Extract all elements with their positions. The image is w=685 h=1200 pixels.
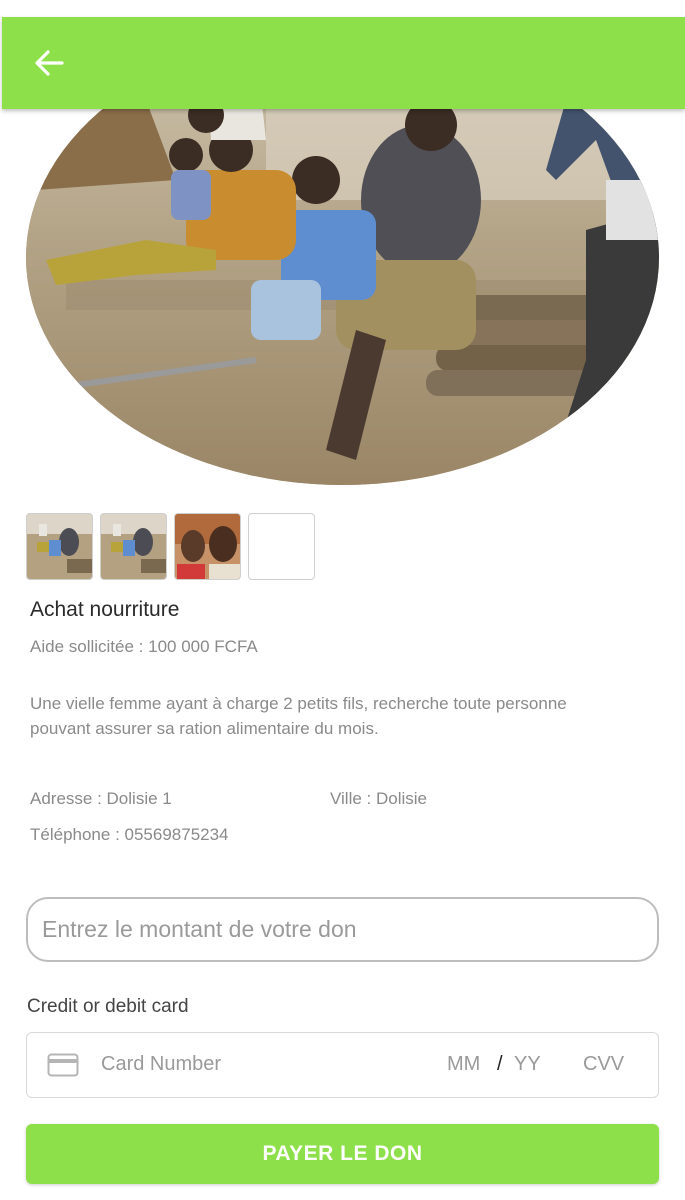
- app-bar: [2, 17, 685, 109]
- city-text: Ville : Dolisie: [330, 789, 428, 808]
- thumbnail-3[interactable]: [174, 513, 241, 580]
- card-year-field[interactable]: YY: [514, 1053, 541, 1076]
- status-bar-area: [0, 0, 685, 17]
- card-input-field[interactable]: Card Number MM / YY CVV: [26, 1032, 659, 1098]
- thumbnail-image: [175, 514, 240, 579]
- card-month-field[interactable]: MM: [447, 1053, 480, 1076]
- requested-amount: Aide sollicitée : 100 000 FCFA: [30, 637, 258, 656]
- phone-text: Téléphone : 05569875234: [30, 825, 229, 844]
- thumbnail-2[interactable]: [100, 513, 167, 580]
- donation-amount-input[interactable]: [26, 897, 659, 962]
- request-description: Une vielle femme ayant à charge 2 petits…: [30, 694, 567, 738]
- arrow-left-icon: [35, 50, 64, 76]
- pay-donation-button[interactable]: PAYER LE DON: [26, 1124, 659, 1184]
- card-number-field[interactable]: Card Number: [101, 1053, 221, 1076]
- thumbnail-image: [101, 514, 166, 579]
- request-title: Achat nourriture: [30, 598, 180, 621]
- thumbnail-1[interactable]: [26, 513, 93, 580]
- back-button[interactable]: [30, 45, 70, 81]
- expiry-separator: /: [497, 1053, 503, 1075]
- card-section-label: Credit or debit card: [27, 996, 189, 1017]
- thumbnail-empty[interactable]: [248, 513, 315, 580]
- thumbnail-image: [27, 514, 92, 579]
- card-cvv-field[interactable]: CVV: [583, 1053, 624, 1076]
- address-text: Adresse : Dolisie 1: [30, 789, 172, 808]
- credit-card-icon: [47, 1053, 79, 1077]
